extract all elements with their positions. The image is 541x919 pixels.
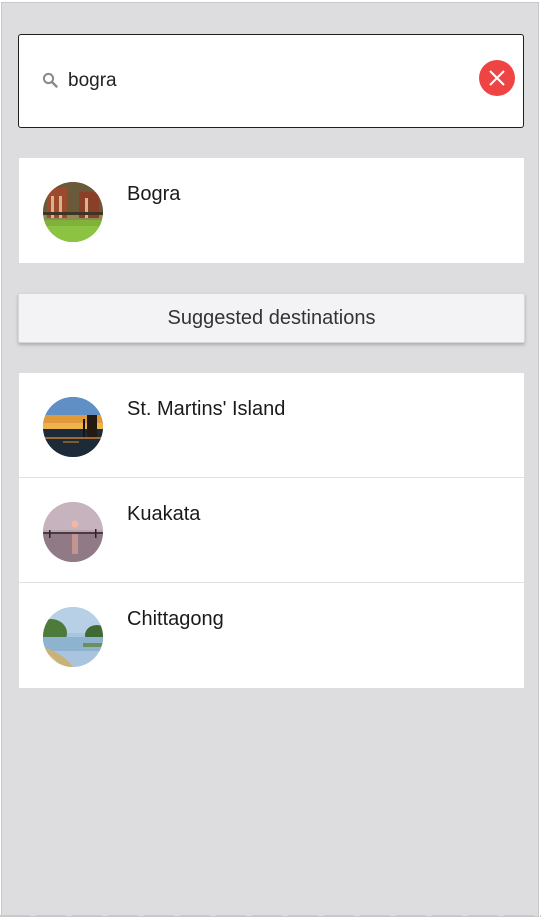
destination-thumbnail-chittagong [43,607,103,667]
destination-thumbnail-kuakata [43,502,103,562]
destination-label: Chittagong [127,608,224,630]
search-results-list: Bogra [19,158,524,263]
list-item-bogra[interactable]: Bogra [19,158,524,263]
list-item-kuakata[interactable]: Kuakata [19,478,524,583]
destination-thumbnail-island [43,397,103,457]
destination-label: St. Martins' Island [127,398,286,420]
destination-thumbnail-bogra [43,182,103,242]
app-screen: bogra Bogra Suggested destinations St. M… [1,2,539,917]
search-box[interactable]: bogra [18,34,524,128]
search-input[interactable]: bogra [68,70,117,92]
destination-label: Kuakata [127,503,201,525]
list-item-st-martins-island[interactable]: St. Martins' Island [19,373,524,478]
destination-label: Bogra [127,183,181,205]
suggested-destinations-list: St. Martins' Island Kuakata Chittagong [19,373,524,688]
close-icon [489,70,505,86]
clear-search-button[interactable] [479,60,515,96]
bottom-edge-divider [0,915,541,917]
search-icon [42,72,58,88]
suggested-destinations-header: Suggested destinations [18,293,525,343]
list-item-chittagong[interactable]: Chittagong [19,583,524,688]
